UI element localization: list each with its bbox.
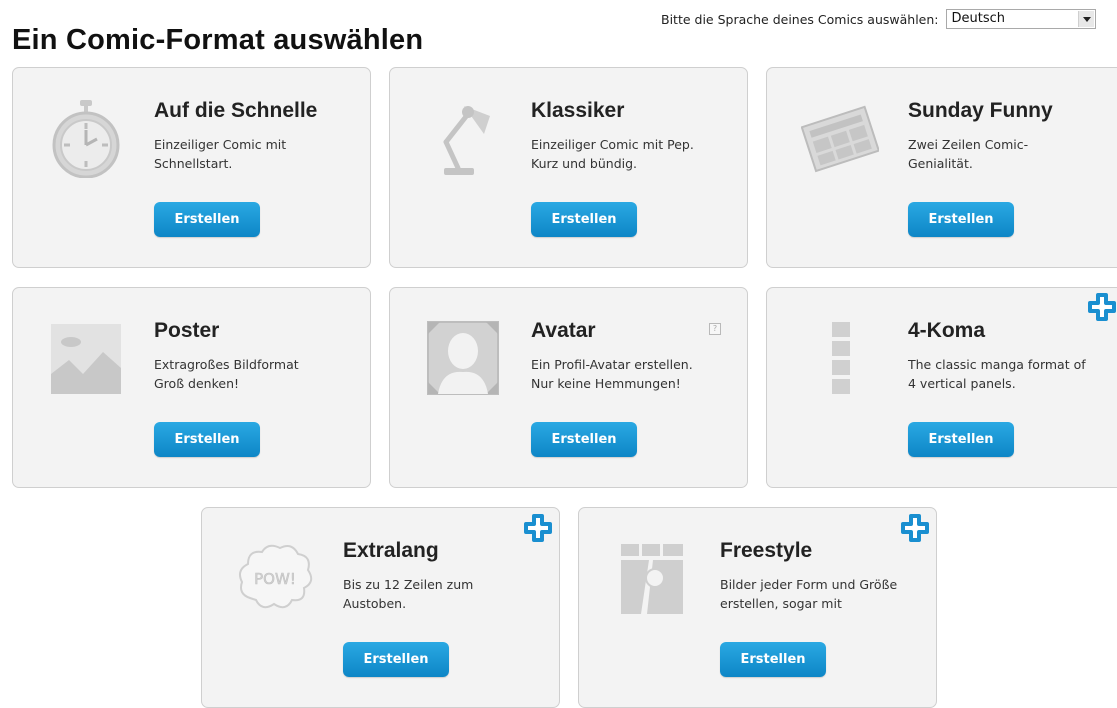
format-card-avatar: Avatar ? Ein Profil-Avatar erstellen. Nu… — [389, 287, 748, 488]
create-button[interactable]: Erstellen — [908, 202, 1014, 237]
stopwatch-icon — [47, 98, 125, 178]
card-title: Extralang — [343, 539, 439, 562]
page-title: Ein Comic-Format auswählen — [12, 24, 424, 56]
language-select[interactable]: Deutsch — [945, 9, 1096, 29]
card-description: Einzeiliger Comic mit Schnellstart. — [154, 137, 287, 171]
card-description: Extragroßes Bildformat Groß denken! — [154, 357, 299, 391]
card-title: Poster — [154, 319, 220, 342]
card-description: Bis zu 12 Zeilen zum Austoben. — [343, 577, 474, 611]
create-button[interactable]: Erstellen — [343, 642, 449, 677]
plus-icon[interactable] — [1087, 292, 1117, 322]
card-description: Bilder jeder Form und Größe erstellen, s… — [720, 577, 898, 611]
create-button[interactable]: Erstellen — [531, 202, 637, 237]
plus-icon[interactable] — [523, 513, 553, 543]
freestyle-panels-icon — [613, 538, 691, 618]
format-card-poster: Poster Extragroßes Bildformat Groß denke… — [12, 287, 371, 488]
format-card-auf-die-schnelle: Auf die Schnelle Einzeiliger Comic mit S… — [12, 67, 371, 268]
create-button[interactable]: Erstellen — [154, 422, 260, 457]
format-card-sunday-funny: Sunday Funny Zwei Zeilen Comic- Genialit… — [766, 67, 1117, 268]
help-icon[interactable]: ? — [709, 323, 721, 335]
create-button[interactable]: Erstellen — [154, 202, 260, 237]
newspaper-icon — [801, 98, 879, 178]
svg-text:POW!: POW! — [254, 570, 296, 588]
language-selected-value: Deutsch — [951, 11, 1006, 26]
create-button[interactable]: Erstellen — [720, 642, 826, 677]
card-description: Zwei Zeilen Comic- Genialität. — [908, 137, 1029, 171]
format-card-4-koma: 4-Koma The classic manga format of 4 ver… — [766, 287, 1117, 488]
card-title: Klassiker — [531, 99, 625, 122]
card-description: Ein Profil-Avatar erstellen. Nur keine H… — [531, 357, 693, 391]
dropdown-arrow-icon[interactable] — [1077, 11, 1094, 27]
card-description: The classic manga format of 4 vertical p… — [908, 357, 1086, 391]
profile-avatar-icon — [424, 318, 502, 398]
language-selector-bar: Bitte die Sprache deines Comics auswähle… — [661, 8, 1096, 30]
plus-icon[interactable] — [900, 513, 930, 543]
format-card-freestyle: Freestyle Bilder jeder Form und Größe er… — [578, 507, 937, 708]
create-button[interactable]: Erstellen — [531, 422, 637, 457]
format-card-extralang: POW! Extralang Bis zu 12 Zeilen zum Aust… — [201, 507, 560, 708]
vertical-panels-icon — [801, 318, 879, 398]
card-title: Freestyle — [720, 539, 813, 562]
card-title: Avatar — [531, 319, 596, 342]
card-description: Einzeiliger Comic mit Pep. Kurz und bünd… — [531, 137, 694, 171]
create-button[interactable]: Erstellen — [908, 422, 1014, 457]
card-title: 4-Koma — [908, 319, 986, 342]
card-title: Auf die Schnelle — [154, 99, 318, 122]
language-label: Bitte die Sprache deines Comics auswähle… — [661, 11, 939, 27]
format-card-klassiker: Klassiker Einzeiliger Comic mit Pep. Kur… — [389, 67, 748, 268]
landscape-image-icon — [47, 318, 125, 398]
pow-cloud-icon: POW! — [236, 538, 314, 618]
card-title: Sunday Funny — [908, 99, 1053, 122]
desk-lamp-icon — [424, 98, 502, 178]
